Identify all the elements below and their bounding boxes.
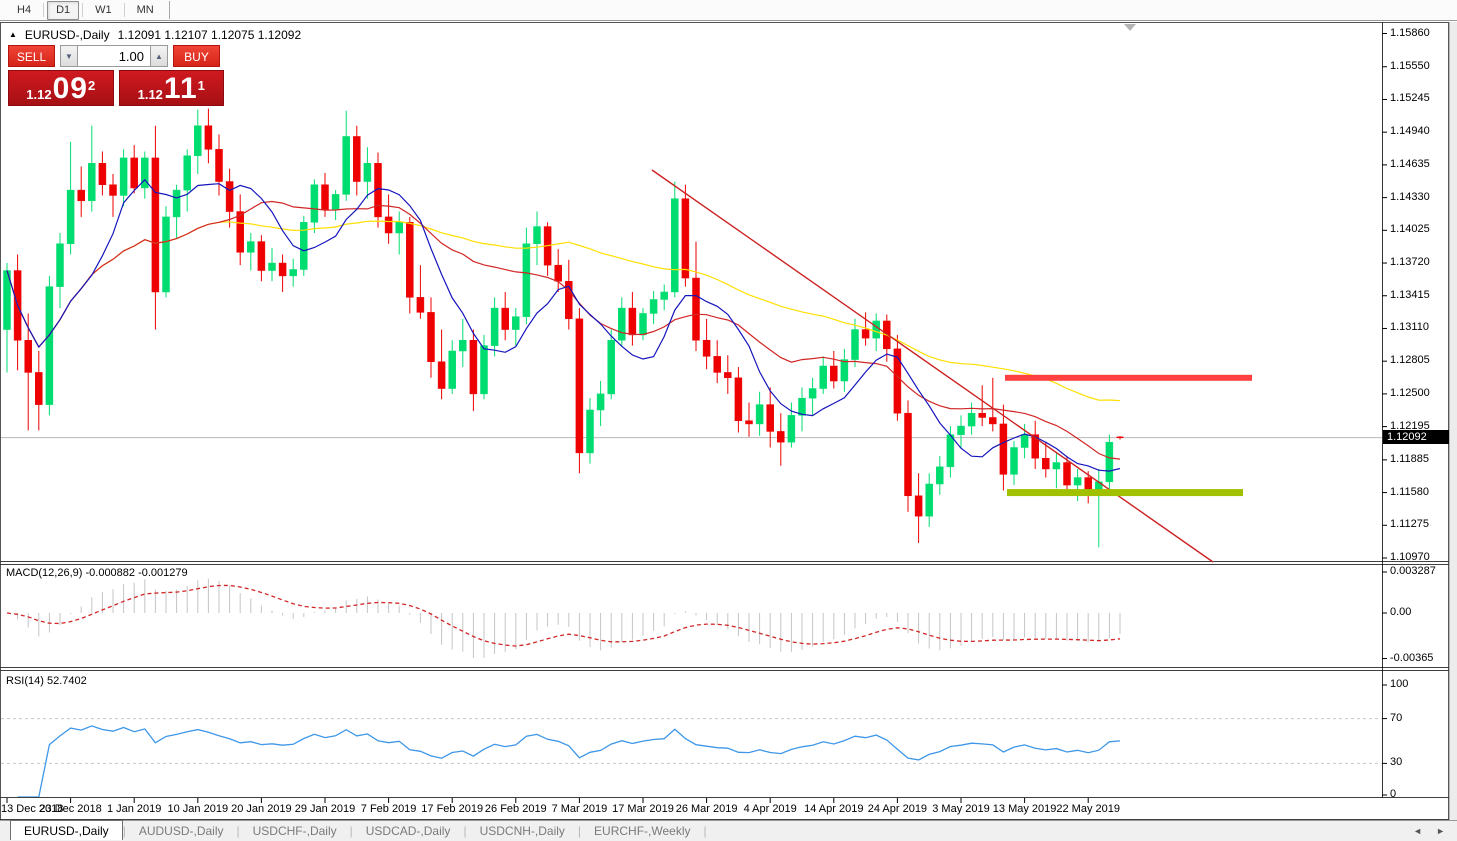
buy-button[interactable]: BUY xyxy=(173,45,220,67)
macd-name: MACD(12,26,9) xyxy=(6,567,82,579)
time-axis-label: 7 Feb 2019 xyxy=(354,803,424,815)
chart-tab-eurusd-daily[interactable]: EURUSD-,Daily xyxy=(10,820,123,840)
rsi-indicator-label: RSI(14) 52.7402 xyxy=(6,675,87,687)
time-axis-label: 26 Mar 2019 xyxy=(672,803,742,815)
macd-histogram xyxy=(7,579,1120,658)
pane-borders xyxy=(1,23,1449,841)
time-axis-label: 7 Mar 2019 xyxy=(544,803,614,815)
buy-price-prefix: 1.12 xyxy=(138,87,163,102)
price-axis-label: 1.13720 xyxy=(1390,256,1430,268)
time-axis-label: 10 Jan 2019 xyxy=(163,803,233,815)
tab-scroll-left-icon[interactable]: ◄ xyxy=(1413,826,1422,836)
volume-decrease-button[interactable]: ▼ xyxy=(60,45,78,67)
price-axis-label: 1.13110 xyxy=(1390,321,1429,333)
price-axis-label: 1.13415 xyxy=(1390,289,1430,301)
time-axis-label: 24 Apr 2019 xyxy=(862,803,932,815)
time-axis-label: 3 May 2019 xyxy=(926,803,996,815)
chart-tab-bar: EURUSD-,Daily|AUDUSD-,Daily|USDCHF-,Dail… xyxy=(0,820,1457,841)
tab-scroll-right-icon[interactable]: ► xyxy=(1436,826,1445,836)
time-axis-label: 29 Jan 2019 xyxy=(290,803,360,815)
time-axis-label: 20 Jan 2019 xyxy=(226,803,296,815)
symbol-arrow-icon: ▲ xyxy=(9,30,17,39)
sell-button[interactable]: SELL xyxy=(8,45,55,67)
ma-mid-line xyxy=(7,202,1120,460)
sell-price-button[interactable]: 1.12 09 2 xyxy=(8,70,114,106)
price-axis-label: 1.15860 xyxy=(1390,27,1430,39)
time-axis-label: 13 May 2019 xyxy=(990,803,1060,815)
chart-title: ▲ EURUSD-,Daily 1.12091 1.12107 1.12075 … xyxy=(9,28,301,42)
rsi-axis-label: 100 xyxy=(1390,678,1408,690)
macd-values: -0.000882 -0.001279 xyxy=(85,567,187,579)
time-axis-label: 23 Dec 2018 xyxy=(36,803,106,815)
chart-shift-marker-icon[interactable] xyxy=(1124,24,1136,31)
buy-price-pip: 1 xyxy=(198,71,205,101)
chart-tab-usdchf-daily[interactable]: USDCHF-,Daily xyxy=(240,821,350,841)
chart-tab-audusd-daily[interactable]: AUDUSD-,Daily xyxy=(126,821,237,841)
ma-slow-line xyxy=(7,221,1120,401)
price-axis-label: 1.14635 xyxy=(1390,158,1430,170)
macd-axis-label: 0.003287 xyxy=(1390,565,1436,577)
rsi-line xyxy=(18,726,1120,797)
time-axis-label: 22 May 2019 xyxy=(1053,803,1123,815)
time-axis-label: 17 Feb 2019 xyxy=(417,803,487,815)
time-axis-label: 4 Apr 2019 xyxy=(735,803,805,815)
price-axis-label: 1.11275 xyxy=(1390,518,1429,530)
price-axis-label: 1.12195 xyxy=(1390,420,1430,432)
buy-price-button[interactable]: 1.12 11 1 xyxy=(119,70,225,106)
chart-ohlc-values: 1.12091 1.12107 1.12075 1.12092 xyxy=(118,28,302,42)
macd-indicator-label: MACD(12,26,9) -0.000882 -0.001279 xyxy=(6,567,188,579)
volume-input[interactable] xyxy=(78,45,150,67)
price-axis-label: 1.14025 xyxy=(1390,223,1430,235)
price-axis-label: 1.11580 xyxy=(1390,486,1429,498)
macd-signal-line xyxy=(7,585,1120,646)
resistance-line-object[interactable] xyxy=(1005,375,1252,381)
rsi-axis-label: 30 xyxy=(1390,756,1402,768)
support-line-object[interactable] xyxy=(1007,489,1243,496)
sell-price-big-digits: 09 xyxy=(53,76,88,102)
macd-axis-label: -0.00365 xyxy=(1390,652,1433,664)
chart-symbol-label: EURUSD-,Daily xyxy=(25,28,110,42)
one-click-trade-panel: SELL ▼ ▲ BUY 1.12 09 2 1.12 11 1 xyxy=(8,45,224,106)
time-axis-label: 14 Apr 2019 xyxy=(799,803,869,815)
rsi-name: RSI(14) xyxy=(6,675,44,687)
tab-separator: | xyxy=(703,821,706,841)
price-axis-label: 1.14330 xyxy=(1390,191,1430,203)
price-axis-label: 1.15550 xyxy=(1390,60,1430,72)
chart-canvas[interactable] xyxy=(0,0,1457,841)
current-price-tag: 1.12092 xyxy=(1383,430,1449,444)
chart-tab-usdcad-daily[interactable]: USDCAD-,Daily xyxy=(353,821,464,841)
tab-scroll-controls: ◄ ► xyxy=(1413,821,1457,841)
axis-ticks xyxy=(7,34,1387,804)
macd-axis-label: 0.00 xyxy=(1390,606,1411,618)
sell-price-prefix: 1.12 xyxy=(26,87,51,102)
chart-tab-eurchf-weekly[interactable]: EURCHF-,Weekly xyxy=(581,821,703,841)
sell-price-pip: 2 xyxy=(88,71,95,101)
rsi-axis-label: 70 xyxy=(1390,712,1402,724)
volume-increase-button[interactable]: ▲ xyxy=(150,45,168,67)
rsi-value: 52.7402 xyxy=(47,675,87,687)
time-axis-label: 1 Jan 2019 xyxy=(99,803,169,815)
price-axis-label: 1.10970 xyxy=(1390,551,1430,563)
time-axis-label: 26 Feb 2019 xyxy=(481,803,551,815)
candles-group xyxy=(4,109,1124,548)
price-axis-label: 1.12500 xyxy=(1390,387,1430,399)
ma-fast-line xyxy=(7,180,1120,471)
price-axis-label: 1.12805 xyxy=(1390,354,1430,366)
time-axis-label: 17 Mar 2019 xyxy=(608,803,678,815)
price-axis-label: 1.15245 xyxy=(1390,92,1430,104)
rsi-axis-label: 0 xyxy=(1390,788,1396,800)
price-axis-label: 1.14940 xyxy=(1390,125,1430,137)
chart-tab-usdcnh-daily[interactable]: USDCNH-,Daily xyxy=(467,821,578,841)
buy-price-big-digits: 11 xyxy=(164,76,198,102)
price-axis-label: 1.11885 xyxy=(1390,453,1429,465)
